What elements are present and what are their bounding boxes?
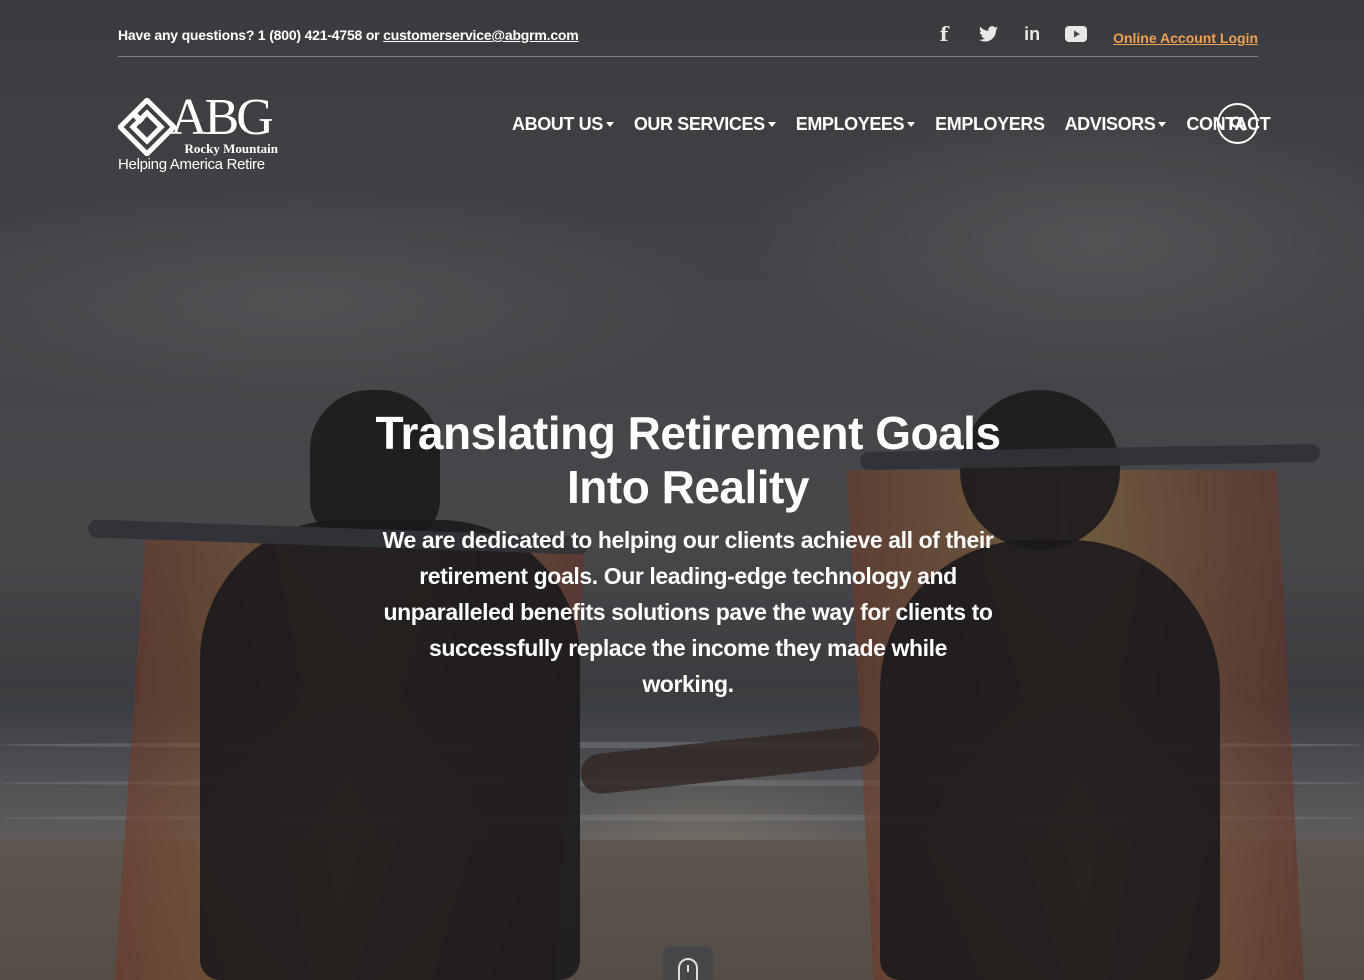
logo-subtitle: Rocky Mountain bbox=[184, 141, 278, 156]
nav-item-our-services[interactable]: OUR SERVICES bbox=[634, 114, 776, 135]
diamond-logo-icon bbox=[118, 98, 176, 156]
top-bar: Have any questions? 1 (800) 421-4758 or … bbox=[118, 22, 1258, 57]
youtube-icon[interactable] bbox=[1065, 23, 1088, 45]
main-nav: ABOUT US OUR SERVICES EMPLOYEES EMPLOYER… bbox=[512, 114, 1290, 135]
hero-title: Translating Retirement Goals Into Realit… bbox=[332, 406, 1044, 514]
nav-item-label: ADVISORS bbox=[1064, 114, 1156, 134]
caret-down-icon bbox=[1158, 122, 1167, 127]
social-links: f in bbox=[911, 22, 1088, 46]
topbar-right: f in Online Account Login bbox=[911, 22, 1258, 46]
caret-down-icon bbox=[605, 122, 614, 127]
hero-title-line1: Translating Retirement Goals bbox=[375, 407, 1001, 459]
nav-item-employees[interactable]: EMPLOYEES bbox=[795, 114, 916, 135]
nav-item-label: ABOUT US bbox=[512, 114, 603, 134]
nav-item-label: EMPLOYEES bbox=[795, 114, 905, 134]
nav-item-label: EMPLOYERS bbox=[935, 114, 1045, 134]
nav-item-label: OUR SERVICES bbox=[633, 114, 765, 134]
abg-logo[interactable]: ABG Rocky Mountain Helping America Retir… bbox=[118, 92, 288, 176]
online-account-login-link[interactable]: Online Account Login bbox=[1113, 22, 1258, 46]
caret-down-icon bbox=[767, 122, 776, 127]
mouse-scroll-icon bbox=[678, 958, 698, 980]
search-button[interactable] bbox=[1217, 103, 1258, 144]
logo-tagline: Helping America Retire bbox=[118, 156, 265, 173]
search-icon bbox=[1230, 116, 1245, 131]
scroll-down-button[interactable] bbox=[663, 946, 713, 980]
nav-item-employers[interactable]: EMPLOYERS bbox=[935, 114, 1045, 135]
linkedin-icon[interactable]: in bbox=[1021, 23, 1043, 45]
logo-wordmark: ABG bbox=[170, 89, 274, 146]
email-link[interactable]: customerservice@abgrm.com bbox=[383, 27, 579, 43]
facebook-icon[interactable]: f bbox=[933, 22, 955, 46]
hero-title-line2: Into Reality bbox=[567, 461, 809, 513]
nav-item-about-us[interactable]: ABOUT US bbox=[512, 114, 614, 135]
hero-description: We are dedicated to helping our clients … bbox=[382, 527, 994, 697]
caret-down-icon bbox=[907, 122, 916, 127]
nav-item-advisors[interactable]: ADVISORS bbox=[1065, 114, 1167, 135]
twitter-icon[interactable] bbox=[977, 23, 999, 45]
contact-info: Have any questions? 1 (800) 421-4758 or … bbox=[118, 22, 579, 43]
contact-phone-text: Have any questions? 1 (800) 421-4758 or bbox=[118, 27, 384, 43]
